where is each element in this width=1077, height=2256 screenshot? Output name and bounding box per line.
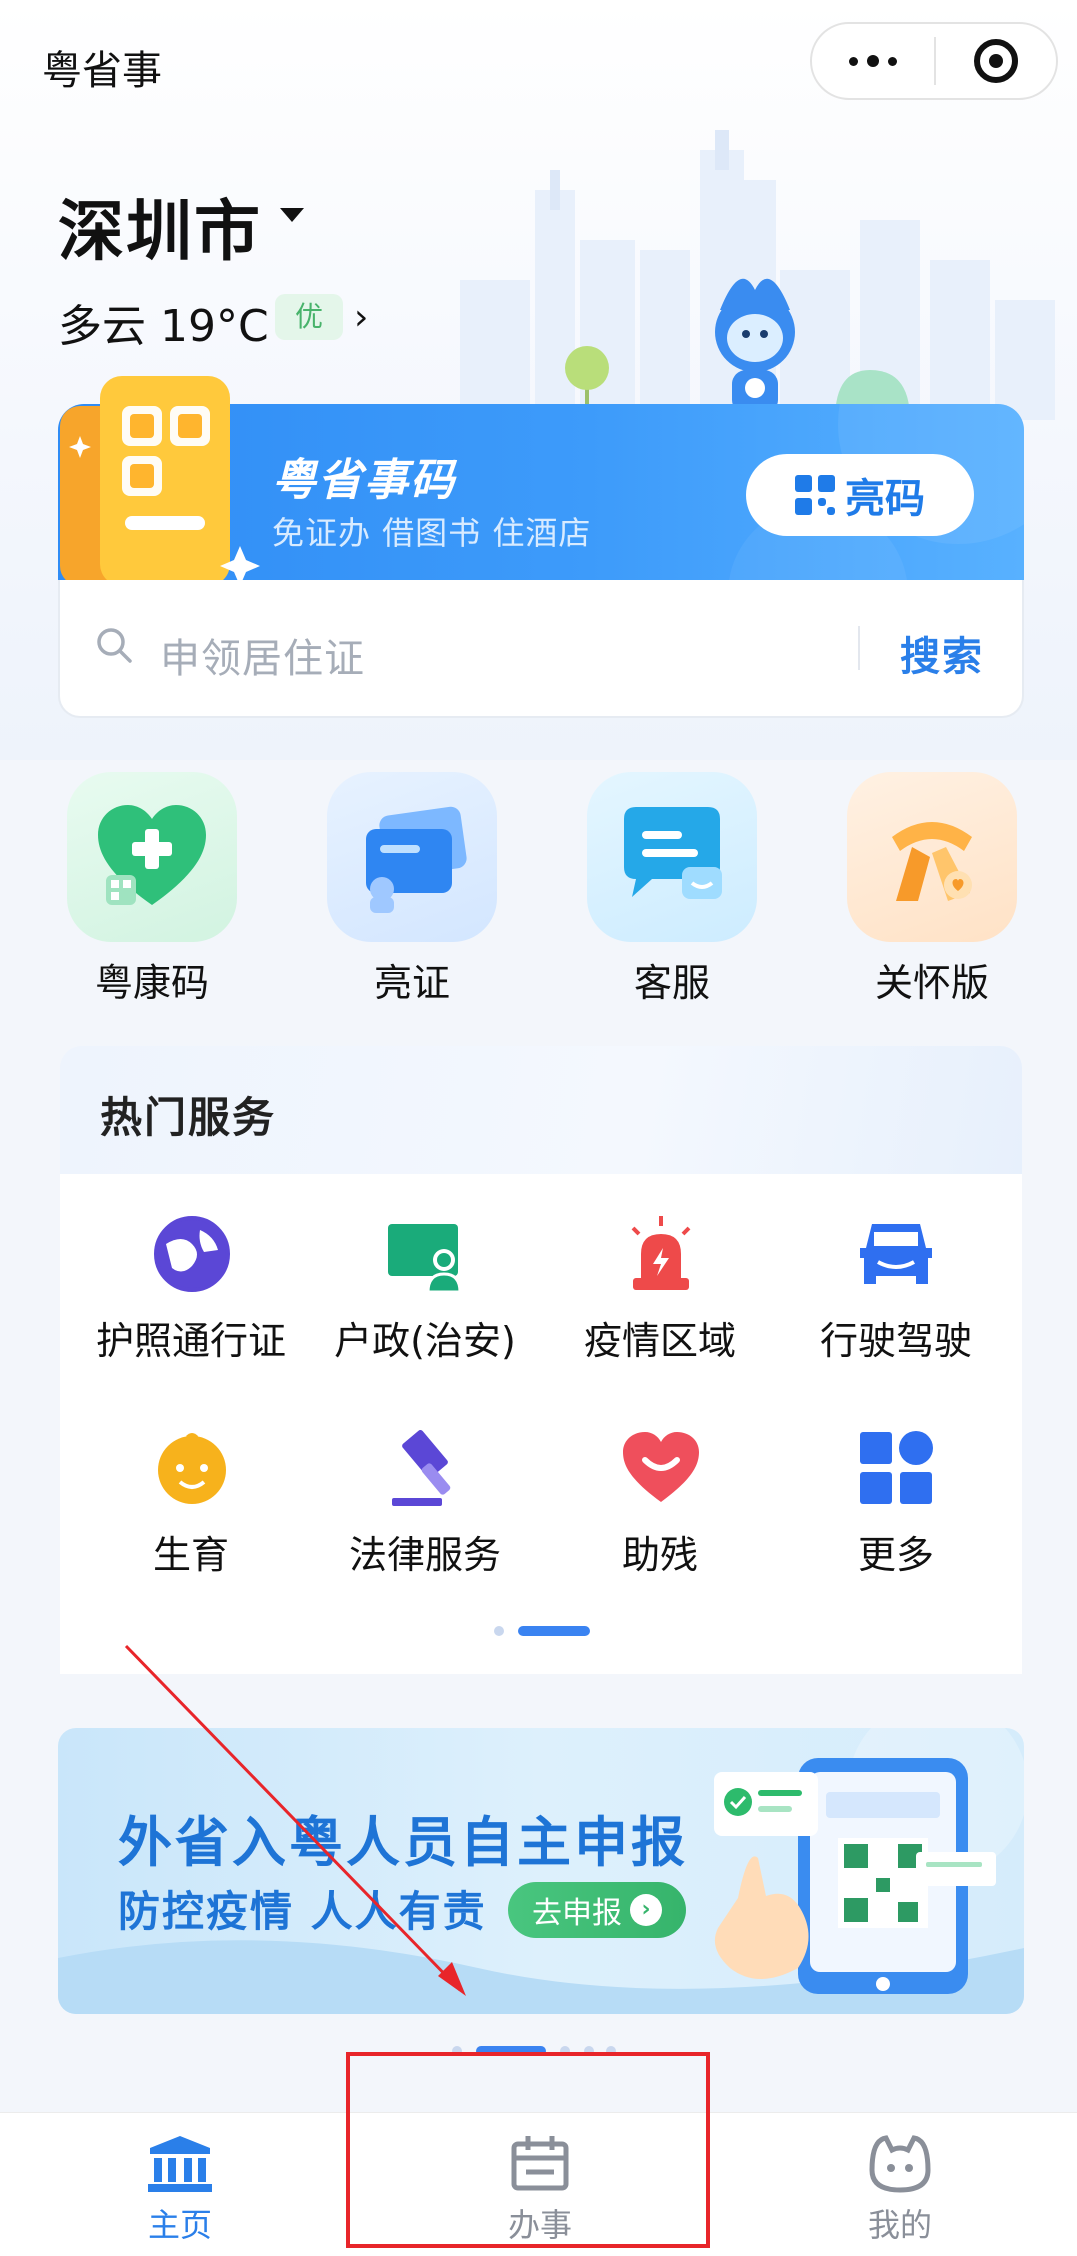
tab-mine[interactable]: 我的: [840, 2126, 960, 2246]
annotation-box: [346, 2052, 710, 2248]
cards-icon: [366, 806, 467, 913]
grid-more-icon: [860, 1431, 933, 1504]
caret-down-icon[interactable]: [280, 208, 304, 222]
baby-face-icon: [158, 1433, 226, 1504]
pager-dot[interactable]: [494, 1626, 504, 1636]
qr-grid-icon: [795, 475, 835, 515]
more-dots-icon[interactable]: [812, 24, 934, 98]
quick-label-show-cert: 亮证: [373, 961, 450, 1005]
quick-action-care-mode[interactable]: [847, 772, 1017, 942]
quick-action-health-code[interactable]: [67, 772, 237, 942]
app-title: 粤省事: [42, 48, 162, 94]
show-code-label: 亮码: [845, 476, 925, 522]
search-divider: [858, 626, 860, 670]
chevron-right-icon[interactable]: ›: [354, 297, 368, 338]
service-label[interactable]: 疫情区域: [540, 1310, 780, 1365]
miniprogram-capsule: [810, 22, 1058, 100]
gavel-icon: [392, 1430, 451, 1506]
scarf-icon: [892, 822, 972, 901]
service-label[interactable]: 助残: [540, 1524, 780, 1579]
show-code-button[interactable]: 亮码: [746, 454, 974, 536]
search-button[interactable]: 搜索: [900, 624, 984, 682]
health-heart-icon: [98, 805, 206, 905]
tab-home[interactable]: 主页: [120, 2126, 240, 2246]
go-declare-label: 去申报: [532, 1896, 622, 1931]
target-circle-icon[interactable]: [936, 24, 1056, 98]
annotation-arrow: [124, 1644, 466, 1996]
go-declare-button[interactable]: 去申报 ›: [508, 1882, 686, 1938]
chat-bubble-icon: [624, 807, 722, 899]
government-building-icon: [148, 2136, 212, 2192]
id-person-icon: [388, 1224, 462, 1294]
quick-label-customer-service: 客服: [633, 961, 710, 1005]
quick-label-health-code: 粤康码: [94, 961, 209, 1005]
service-label[interactable]: 户政(治安): [305, 1310, 545, 1365]
service-label[interactable]: 行驶驾驶: [776, 1310, 1016, 1365]
code-card-title: 粤省事码: [272, 455, 456, 506]
passport-globe-icon: [154, 1216, 230, 1292]
tab-home-label: 主页: [147, 2206, 212, 2244]
pager-dot-active[interactable]: [518, 1626, 590, 1636]
weather-text[interactable]: 多云 19°C: [58, 290, 269, 354]
service-label[interactable]: 生育: [71, 1524, 311, 1579]
code-card-subtitle: 免证办 借图书 住酒店: [272, 514, 592, 552]
quick-action-customer-service[interactable]: [587, 772, 757, 942]
service-label[interactable]: 法律服务: [305, 1524, 545, 1579]
service-label[interactable]: 护照通行证: [71, 1310, 311, 1365]
quick-action-show-cert[interactable]: [327, 772, 497, 942]
city-skyline-illustration: [460, 130, 1055, 420]
tab-mine-label: 我的: [867, 2206, 932, 2244]
air-quality-badge: 优: [275, 294, 343, 340]
chevron-right-circle-icon: ›: [630, 1894, 662, 1926]
car-icon: [860, 1224, 932, 1284]
city-selector[interactable]: 深圳市: [58, 178, 262, 274]
quick-label-care-mode: 关怀版: [874, 961, 989, 1005]
hot-services-title: 热门服务: [100, 1093, 277, 1142]
service-label[interactable]: 更多: [776, 1524, 1016, 1579]
search-input[interactable]: 申领居住证: [160, 626, 365, 684]
yue-code-icon: [60, 376, 260, 586]
alarm-light-icon: [631, 1216, 691, 1290]
heart-smile-icon: [623, 1432, 699, 1502]
search-icon: [97, 628, 132, 663]
mascot-face-icon: [869, 2135, 931, 2193]
